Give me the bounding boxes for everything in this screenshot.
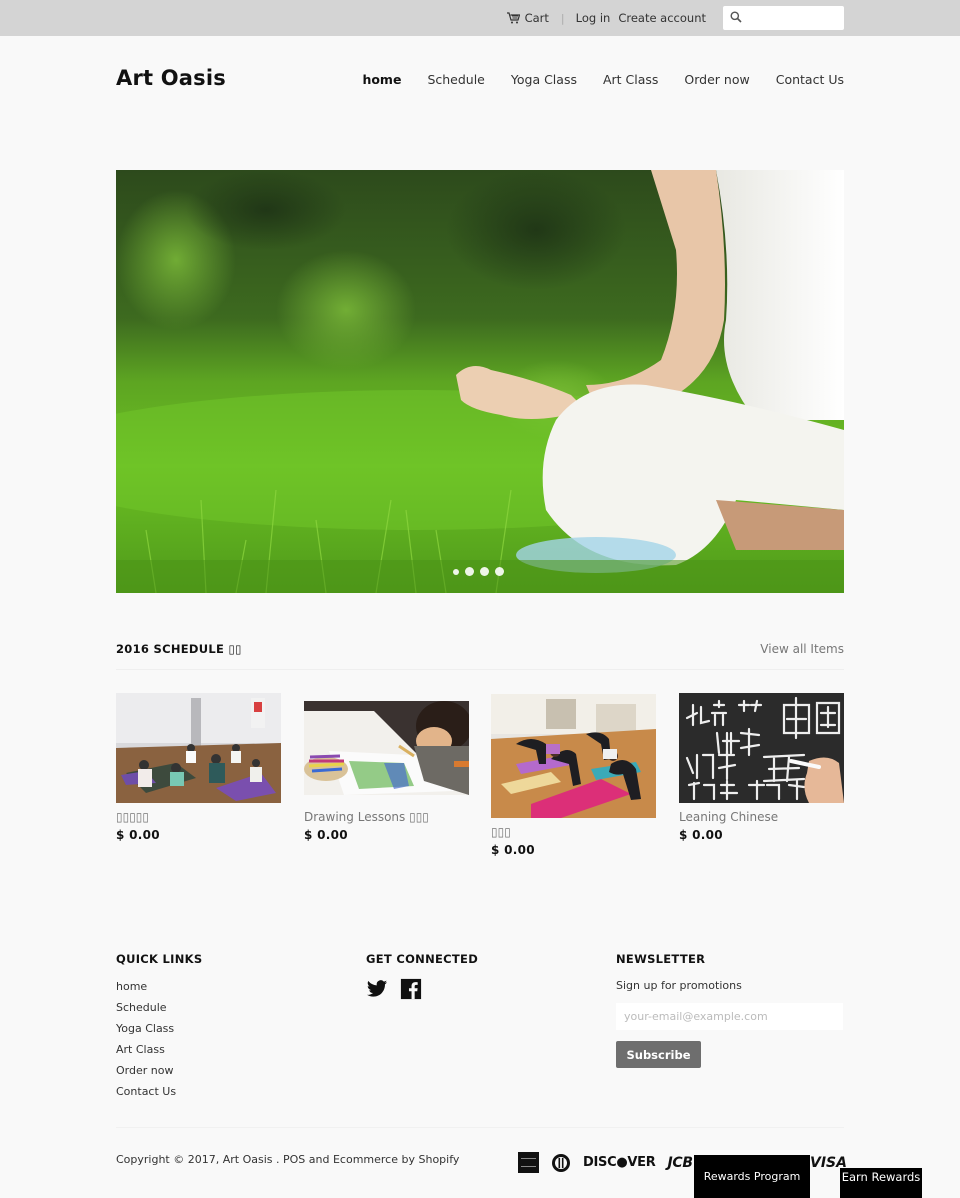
footer-get-connected: GET CONNECTED (366, 952, 478, 1000)
account-links: Cart | Log in Create account (506, 11, 706, 25)
rewards-program-button[interactable]: Rewards Program (694, 1155, 810, 1198)
amex-icon (518, 1152, 539, 1173)
footer-link-schedule[interactable]: Schedule (116, 1001, 202, 1022)
product-price: $ 0.00 (491, 843, 535, 857)
product-name: ▯▯▯▯▯ (116, 810, 150, 824)
search-input[interactable] (747, 6, 841, 30)
footer-newsletter: NEWSLETTER Sign up for promotions Subscr… (616, 952, 843, 1068)
product-image-adult-yoga (491, 694, 656, 818)
login-link[interactable]: Log in (576, 11, 611, 25)
newsletter-title: NEWSLETTER (616, 952, 706, 966)
quick-links-title: QUICK LINKS (116, 952, 203, 966)
cart-icon (506, 12, 520, 24)
facebook-icon[interactable] (400, 978, 422, 1000)
product-card[interactable]: ▯▯▯ $ 0.00 (491, 694, 656, 857)
nav-home[interactable]: home (362, 72, 401, 87)
view-all-items-link[interactable]: View all Items (760, 642, 844, 656)
product-price: $ 0.00 (116, 828, 160, 842)
schedule-section-title: 2016 SCHEDULE ▯▯ (116, 642, 242, 656)
product-price: $ 0.00 (304, 828, 348, 842)
twitter-icon[interactable] (366, 978, 388, 1000)
nav-contact-us[interactable]: Contact Us (776, 72, 844, 87)
diners-club-icon (551, 1153, 571, 1173)
product-name: Drawing Lessons ▯▯▯ (304, 810, 429, 824)
shopify-link[interactable]: POS and Ecommerce by Shopify (283, 1153, 459, 1166)
nav-schedule[interactable]: Schedule (427, 72, 484, 87)
search-box[interactable] (723, 6, 844, 30)
footer-link-yoga-class[interactable]: Yoga Class (116, 1022, 202, 1043)
slide-dot-1[interactable] (453, 568, 459, 575)
product-price: $ 0.00 (679, 828, 723, 842)
cart-label: Cart (524, 11, 549, 25)
newsletter-email-input[interactable] (616, 1003, 843, 1030)
site-logo[interactable]: Art Oasis (116, 66, 226, 90)
top-bar: Cart | Log in Create account (0, 0, 960, 36)
product-card[interactable]: Leaning Chinese $ 0.00 (679, 693, 844, 842)
copyright: Copyright © 2017, Art Oasis . POS and Ec… (116, 1153, 459, 1166)
search-icon (730, 11, 742, 23)
slide-dot-4[interactable] (495, 567, 504, 576)
nav-order-now[interactable]: Order now (684, 72, 749, 87)
product-image-kids-yoga (116, 693, 281, 803)
footer-link-art-class[interactable]: Art Class (116, 1043, 202, 1064)
nav-yoga-class[interactable]: Yoga Class (511, 72, 577, 87)
footer-quick-links: QUICK LINKS home Schedule Yoga Class Art… (116, 952, 202, 1106)
copyright-store-link[interactable]: Art Oasis (223, 1153, 273, 1166)
get-connected-title: GET CONNECTED (366, 952, 479, 966)
product-card[interactable]: Drawing Lessons ▯▯▯ $ 0.00 (304, 693, 469, 842)
nav-art-class[interactable]: Art Class (603, 72, 658, 87)
product-card[interactable]: ▯▯▯▯▯ $ 0.00 (116, 693, 281, 842)
copyright-prefix: Copyright © 2017, (116, 1153, 223, 1166)
footer-link-home[interactable]: home (116, 980, 202, 1001)
product-name: Leaning Chinese (679, 810, 779, 824)
footer-divider (116, 1127, 844, 1128)
create-account-link[interactable]: Create account (618, 11, 706, 25)
hero-image-yoga-meditation (116, 170, 844, 593)
jcb-icon: JCB (667, 1154, 693, 1171)
product-name: ▯▯▯ (491, 825, 511, 839)
payment-icons: DISC●VER JCB (518, 1152, 693, 1173)
slideshow-dots (453, 567, 504, 576)
footer-link-order-now[interactable]: Order now (116, 1064, 202, 1085)
main-nav: home Schedule Yoga Class Art Class Order… (336, 72, 844, 87)
slide-dot-2[interactable] (465, 567, 474, 576)
copyright-sep: . (272, 1153, 284, 1166)
product-image-learning-chinese (679, 693, 844, 803)
newsletter-text: Sign up for promotions (616, 979, 742, 992)
hero-slideshow[interactable] (116, 170, 844, 593)
section-divider (116, 669, 844, 670)
slide-dot-3[interactable] (480, 567, 489, 576)
subscribe-button[interactable]: Subscribe (616, 1041, 701, 1068)
footer-link-contact-us[interactable]: Contact Us (116, 1085, 202, 1106)
product-image-drawing-lessons (304, 693, 469, 803)
earn-rewards-button[interactable]: Earn Rewards (840, 1168, 922, 1198)
cart-link[interactable]: Cart (506, 11, 549, 25)
separator: | (560, 11, 565, 25)
discover-icon: DISC●VER (583, 1155, 656, 1170)
